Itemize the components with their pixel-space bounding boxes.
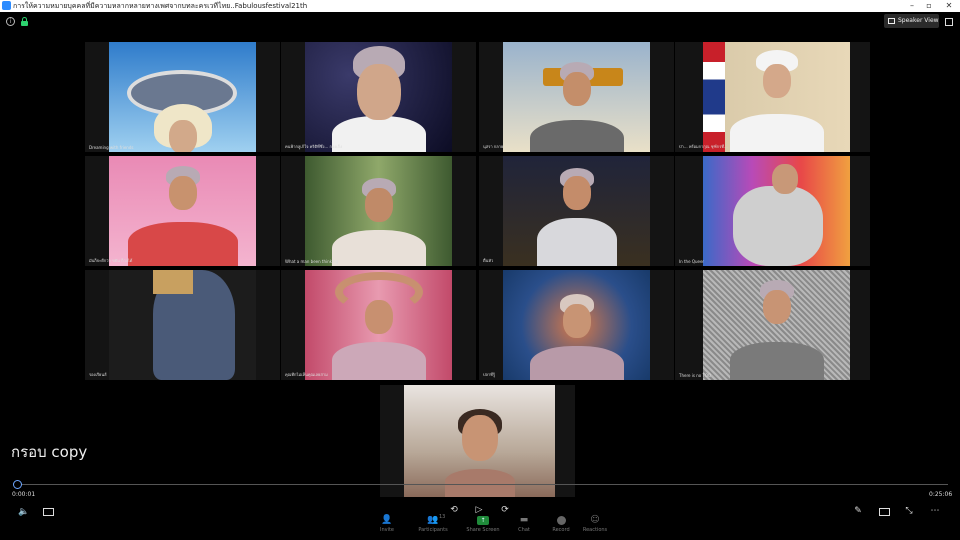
video-tile[interactable]: Dreaming with friends [85, 42, 280, 152]
video-tile[interactable]: In the Queer [675, 156, 870, 266]
participant-name: ป่า... พร้อมกากุณ ชุฑ์กรที่... [679, 144, 728, 149]
add-person-icon: 👤 [381, 515, 393, 525]
raised-arms [335, 272, 423, 312]
video-feed [503, 156, 650, 266]
window-title: การให้ความหมายบุคคลที่มีความหลากหลายทางเ… [13, 2, 308, 10]
video-feed [703, 42, 850, 152]
participant-name: There is no TOO [679, 373, 712, 378]
lock-icon[interactable] [21, 17, 28, 26]
minimize-icon[interactable]: – [904, 0, 920, 12]
participant-name: What a man been thinking [285, 259, 339, 264]
video-feed [703, 270, 850, 380]
window-titlebar: การให้ความหมายบุคคลที่มีความหลากหลายทางเ… [0, 0, 960, 12]
video-tile[interactable]: มันก็จะดีกว่า ขยัน ก็วงได้ [85, 156, 280, 266]
participant-name: In the Queer [679, 259, 705, 264]
video-feed [404, 385, 555, 497]
video-tile[interactable]: ปลาที่รู้ [479, 270, 674, 380]
participant-name: รองเรียนส์ [89, 372, 107, 377]
participant-name: ตื่นหัว [483, 258, 494, 263]
video-tile[interactable]: รองเรียนส์ [85, 270, 280, 380]
playback-scrubber[interactable] [18, 484, 948, 485]
video-feed [703, 156, 850, 266]
grid-icon [888, 18, 895, 24]
participant-name: คุณทีกไม่เห็นคุณเลยสาม [285, 372, 328, 377]
video-tile[interactable]: ป่า... พร้อมกากุณ ชุฑ์กรที่... [675, 42, 870, 152]
video-feed [503, 270, 650, 380]
scrubber-handle[interactable] [13, 480, 22, 489]
total-time: 0:25:06 [929, 491, 953, 498]
video-tile[interactable] [380, 385, 575, 497]
share-screen-icon: ↑ [477, 516, 489, 525]
record-icon [556, 516, 566, 525]
video-feed [305, 270, 452, 380]
video-feed [109, 270, 256, 380]
video-feed [109, 156, 256, 266]
info-icon[interactable]: i [6, 17, 15, 26]
current-time: 0:00:01 [12, 491, 36, 498]
meeting-toolbar: 👤 Invite 👥 13 Participants ⟲ ▷ ⟳ ↑ Share… [0, 505, 960, 540]
participant-name: นุสรา กลาย [483, 144, 504, 149]
meeting-topbar: i Speaker View [0, 12, 960, 32]
maximize-icon[interactable]: ▫ [921, 0, 937, 12]
speaker-view-label: Speaker View [898, 17, 939, 24]
video-tile[interactable]: นุสรา กลาย [479, 42, 674, 152]
video-tile[interactable]: There is no TOO [675, 270, 870, 380]
participant-name: ปลาที่รู้ [483, 372, 496, 377]
video-tile[interactable]: What a man been thinking [281, 156, 476, 266]
video-feed [109, 42, 256, 152]
participant-name: คนฟ้ากลูเก้ใจ คริติที่ซึ่ง... กองเก็ง [285, 144, 343, 149]
caption-text: กรอบ copy [11, 443, 88, 461]
reactions-button[interactable]: ☺ Reactions [572, 514, 618, 540]
invite-button[interactable]: 👤 Invite [364, 514, 410, 540]
smiley-icon: ☺ [590, 515, 600, 525]
participant-name: มันก็จะดีกว่า ขยัน ก็วงได้ [89, 258, 133, 263]
video-feed [305, 156, 452, 266]
fullscreen-icon[interactable] [945, 18, 953, 26]
zoom-app-icon [2, 1, 11, 10]
video-feed [305, 42, 452, 152]
share-screen-button[interactable]: ↑ Share Screen [460, 514, 506, 540]
video-feed [503, 42, 650, 152]
close-icon[interactable]: ✕ [941, 0, 957, 12]
video-tile[interactable]: คนฟ้ากลูเก้ใจ คริติที่ซึ่ง... กองเก็ง [281, 42, 476, 152]
participant-name: Dreaming with friends [89, 145, 134, 150]
video-tile[interactable]: ตื่นหัว [479, 156, 674, 266]
video-tile[interactable]: คุณทีกไม่เห็นคุณเลยสาม [281, 270, 476, 380]
speaker-view-button[interactable]: Speaker View [884, 14, 939, 28]
